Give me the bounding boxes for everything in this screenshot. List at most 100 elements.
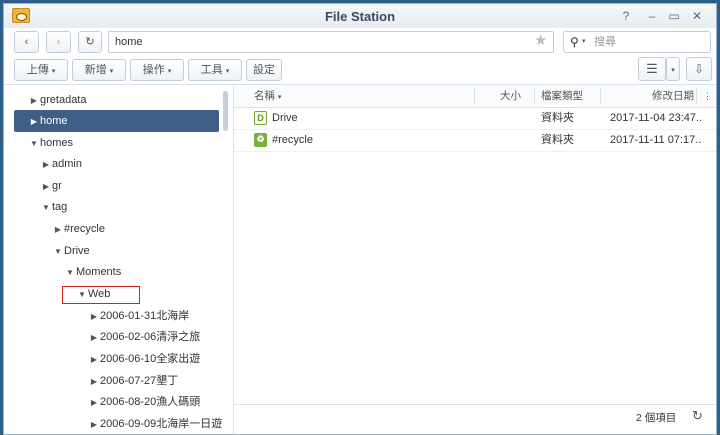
caret-down-icon[interactable]: ▼ (64, 262, 76, 284)
help-icon[interactable]: ? (618, 8, 634, 24)
column-separator[interactable] (534, 88, 535, 104)
tree-item-label: home (40, 115, 68, 127)
search-icon: ⚲ (570, 35, 579, 49)
column-header-size[interactable]: 大小 (500, 85, 521, 107)
tree-item-label: Moments (76, 266, 122, 278)
dropdown-arrow-icon: ▾ (51, 68, 56, 75)
caret-down-icon[interactable]: ▼ (52, 241, 64, 263)
tree-item-gretadata[interactable]: ▶ gretadata (28, 89, 87, 112)
forward-button[interactable]: › (46, 31, 71, 53)
tree-item-label: gretadata (40, 94, 87, 106)
file-modified: 2017-11-11 07:17... (610, 134, 702, 146)
caret-right-icon[interactable]: ▶ (28, 90, 40, 112)
file-name: Drive (272, 112, 298, 124)
upload-button[interactable]: 上傳 ▾ (14, 59, 68, 81)
maximize-icon[interactable]: ▭ (666, 8, 682, 24)
tree-scrollbar[interactable] (223, 91, 228, 131)
tree-item-tag[interactable]: ▼ tag (40, 196, 67, 218)
caret-right-icon[interactable]: ▶ (88, 327, 100, 349)
favorite-star-icon[interactable]: ★ (534, 31, 547, 51)
tree-item-homes[interactable]: ▼ homes (28, 132, 73, 154)
tree-item-label: gr (52, 180, 62, 192)
column-separator[interactable] (474, 88, 475, 104)
caret-down-icon[interactable]: ▼ (40, 197, 52, 219)
tree-item-moments[interactable]: ▼ Moments (64, 261, 121, 283)
close-icon[interactable]: ✕ (689, 8, 705, 24)
tree-item-drive[interactable]: ▼ Drive (52, 240, 90, 262)
caret-right-icon[interactable]: ▶ (88, 349, 100, 371)
column-header-modified[interactable]: 修改日期 (652, 85, 694, 107)
tree-item-label: #recycle (64, 223, 105, 235)
tree-item-folder[interactable]: ▶ 2006-02-06清淨之旅 (88, 326, 200, 348)
file-type: 資料夾 (541, 112, 574, 124)
action-button[interactable]: 操作 ▾ (130, 59, 184, 81)
dropdown-arrow-icon: ▾ (109, 68, 114, 75)
caret-right-icon[interactable]: ▶ (40, 154, 52, 176)
tree-item-label: homes (40, 137, 74, 149)
caret-right-icon[interactable]: ▶ (88, 414, 100, 434)
caret-down-icon[interactable]: ▼ (28, 133, 40, 155)
file-row-recycle[interactable]: ♻ #recycle 資料夾 2017-11-11 07:17... (234, 130, 716, 152)
search-input[interactable]: ⚲ ▾ 搜尋 (563, 31, 711, 53)
web-folder-annotation-box (62, 286, 140, 304)
tree-item-label: 2006-09-09北海岸一日遊 (100, 418, 223, 430)
caret-right-icon[interactable]: ▶ (40, 176, 52, 198)
tools-button[interactable]: 工具 ▾ (188, 59, 242, 81)
file-name: #recycle (272, 134, 313, 146)
column-header-type[interactable]: 檔案類型 (541, 85, 583, 107)
tree-item-admin[interactable]: ▶ admin (40, 153, 82, 175)
view-mode-dropdown[interactable]: ▾ (666, 57, 680, 81)
column-options-icon[interactable]: ⋮ (703, 85, 712, 107)
drive-folder-icon: D (254, 111, 267, 125)
tree-item-folder[interactable]: ▶ 2006-06-10全家出遊 (88, 348, 200, 370)
file-type: 資料夾 (541, 134, 574, 146)
column-name-label: 名稱 (254, 90, 275, 102)
column-separator[interactable] (600, 88, 601, 104)
tree-item-home[interactable]: ▶ home (28, 110, 68, 132)
refresh-button[interactable]: ↻ (78, 31, 102, 53)
chevron-left-icon: ‹ (24, 36, 29, 48)
create-label: 新增 (84, 64, 107, 76)
recycle-bin-icon: ♻ (254, 133, 267, 147)
tree-item-folder[interactable]: ▶ 2006-08-20漁人碼頭 (88, 391, 200, 413)
column-header-name[interactable]: 名稱 ▾ (254, 85, 281, 107)
tree-item-folder[interactable]: ▶ 2006-09-09北海岸一日遊 (88, 413, 223, 434)
list-view-icon: ☰ (646, 61, 658, 76)
caret-right-icon[interactable]: ▶ (28, 111, 40, 133)
file-list: 名稱 ▾ 大小 檔案類型 修改日期 ⋮ D Drive 資料夾 2017-11-… (234, 85, 716, 434)
search-placeholder: 搜尋 (594, 36, 616, 48)
create-button[interactable]: 新增 ▾ (72, 59, 126, 81)
sort-icon: ⇩ (693, 62, 705, 76)
caret-right-icon[interactable]: ▶ (88, 371, 100, 393)
dropdown-arrow-icon: ▾ (225, 68, 230, 75)
column-separator[interactable] (696, 88, 697, 104)
tree-item-label: admin (52, 158, 82, 170)
caret-right-icon[interactable]: ▶ (52, 219, 64, 241)
settings-button[interactable]: 設定 (246, 59, 282, 81)
tree-item-label: 2006-01-31北海岸 (100, 310, 190, 322)
file-station-window: File Station ? – ▭ ✕ ‹ › ↻ home ★ ⚲ ▾ 搜尋… (3, 3, 717, 435)
path-input[interactable]: home (108, 31, 554, 53)
minimize-icon[interactable]: – (644, 8, 660, 24)
caret-right-icon[interactable]: ▶ (88, 392, 100, 414)
back-button[interactable]: ‹ (14, 31, 39, 53)
refresh-icon: ↻ (85, 36, 95, 48)
action-toolbar: 上傳 ▾ 新增 ▾ 操作 ▾ 工具 ▾ 設定 ☰ ▾ ⇩ (4, 56, 716, 84)
dropdown-arrow-icon: ▾ (167, 68, 172, 75)
tree-item-gr[interactable]: ▶ gr (40, 175, 62, 197)
sort-button[interactable]: ⇩ (686, 57, 712, 81)
refresh-icon[interactable]: ↻ (692, 408, 703, 424)
search-dropdown-icon[interactable]: ▾ (582, 32, 586, 52)
tree-item-folder[interactable]: ▶ 2006-07-27墾丁 (88, 370, 178, 392)
file-modified: 2017-11-04 23:47... (610, 112, 702, 124)
view-mode-button[interactable]: ☰ (638, 57, 666, 81)
tree-item-folder[interactable]: ▶ 2006-01-31北海岸 (88, 305, 189, 327)
file-list-header: 名稱 ▾ 大小 檔案類型 修改日期 ⋮ (234, 85, 716, 108)
title-bar: File Station ? – ▭ ✕ (4, 4, 716, 28)
tools-label: 工具 (200, 64, 223, 76)
file-row-drive[interactable]: D Drive 資料夾 2017-11-04 23:47... (234, 108, 716, 130)
chevron-down-icon: ▾ (671, 67, 675, 74)
caret-right-icon[interactable]: ▶ (88, 306, 100, 328)
tree-item-recycle[interactable]: ▶ #recycle (52, 218, 105, 240)
tree-item-label: 2006-07-27墾丁 (100, 375, 179, 387)
